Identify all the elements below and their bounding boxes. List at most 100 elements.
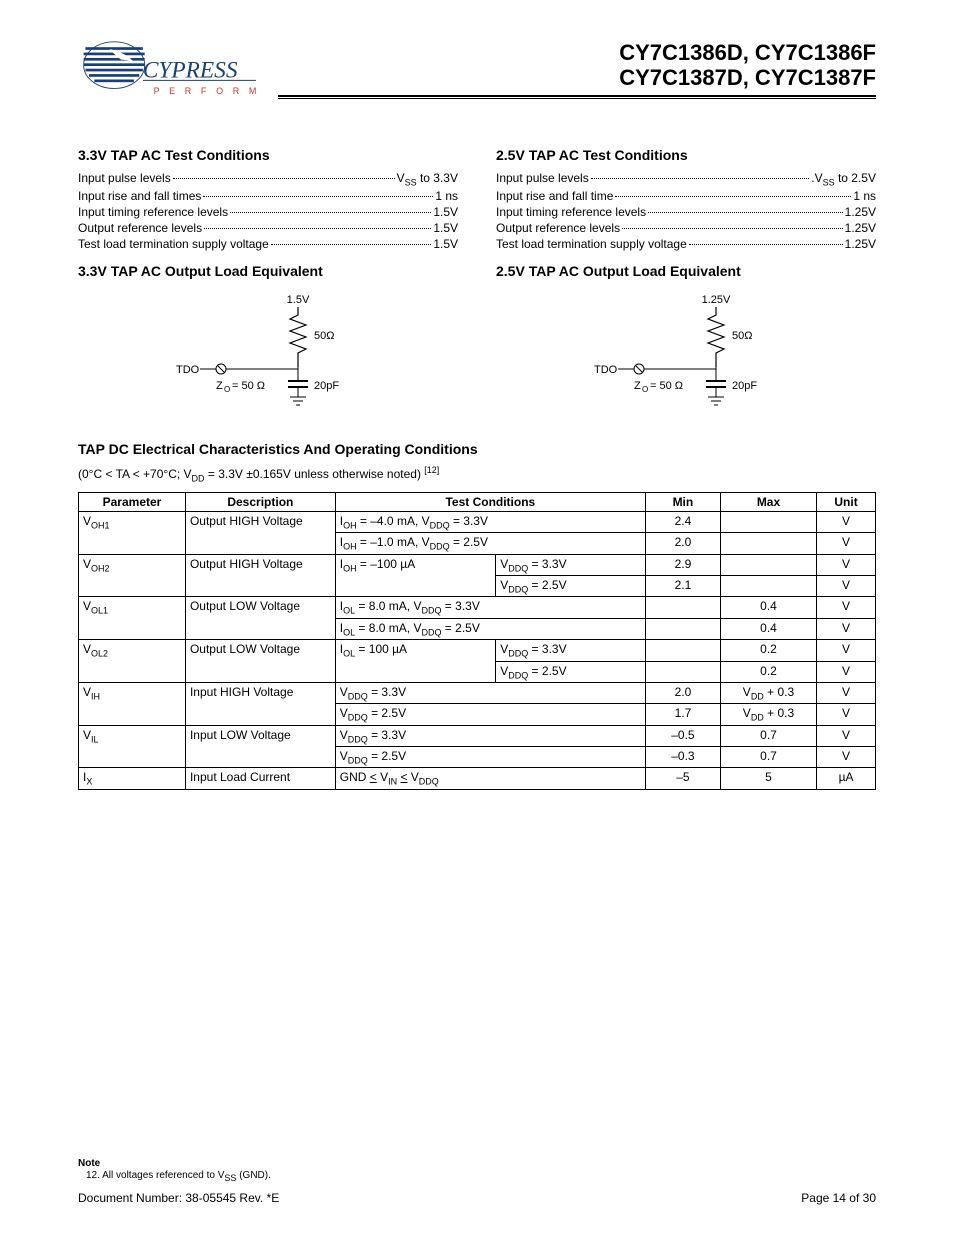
condition-value: 1.25V [845, 221, 876, 235]
hdr-unit: Unit [817, 492, 876, 511]
condition-label: Input timing reference levels [78, 205, 228, 219]
param-cell: VOL1 [79, 597, 186, 640]
min-cell: 2.1 [645, 575, 720, 596]
min-cell: –0.5 [645, 725, 720, 746]
footnote-text: 12. All voltages referenced to VSS (GND)… [86, 1170, 876, 1183]
svg-text:O: O [642, 385, 648, 394]
document-number: Document Number: 38-05545 Rev. *E [78, 1191, 279, 1205]
param-cell: IX [79, 768, 186, 789]
condition-value: VSS to 3.3V [397, 171, 458, 187]
left-zo-label: Z [216, 380, 223, 392]
condition-row: Output reference levels1.5V [78, 221, 458, 235]
hdr-min: Min [645, 492, 720, 511]
desc-cell: Output LOW Voltage [185, 640, 335, 683]
unit-cell: V [817, 682, 876, 703]
max-cell [720, 575, 816, 596]
right-column: 2.5V TAP AC Test Conditions Input pulse … [496, 135, 876, 429]
max-cell: 0.4 [720, 618, 816, 639]
part-line-2: CY7C1387D, CY7C1387F [278, 65, 876, 90]
cond-cell: VDDQ = 3.3V [335, 725, 645, 746]
max-cell: VDD + 0.3 [720, 704, 816, 725]
table-row: VILInput LOW VoltageVDDQ = 3.3V–0.50.7V [79, 725, 876, 746]
condition-label: Test load termination supply voltage [496, 237, 687, 251]
unit-cell: V [817, 597, 876, 618]
max-cell [720, 533, 816, 554]
min-cell [645, 640, 720, 661]
unit-cell: V [817, 704, 876, 725]
max-cell: 0.2 [720, 640, 816, 661]
unit-cell: V [817, 533, 876, 554]
right-conditions-title: 2.5V TAP AC Test Conditions [496, 147, 876, 163]
condition-row: Input pulse levels VSS to 3.3V [78, 171, 458, 187]
left-circuit-diagram: 1.5V 50Ω TDO 20pF Z O = 50 Ω [128, 289, 408, 429]
footnote-heading: Note [78, 1158, 876, 1169]
table-row: VOL1Output LOW VoltageIOL = 8.0 mA, VDDQ… [79, 597, 876, 618]
condition-row: Input rise and fall times 1 ns [78, 189, 458, 203]
right-circuit-diagram: 1.25V 50Ω TDO 20pF Z O = 50 Ω [546, 289, 826, 429]
hdr-max: Max [720, 492, 816, 511]
dc-table-header-row: Parameter Description Test Conditions Mi… [79, 492, 876, 511]
condition-label: Input timing reference levels [496, 205, 646, 219]
hdr-description: Description [185, 492, 335, 511]
condition-value: .VSS to 2.5V [811, 171, 876, 187]
svg-text:TDO: TDO [176, 364, 200, 376]
table-row: VOL2Output LOW VoltageIOL = 100 µAVDDQ =… [79, 640, 876, 661]
cond-cell: VDDQ = 2.5V [335, 704, 645, 725]
left-column: 3.3V TAP AC Test Conditions Input pulse … [78, 135, 458, 429]
max-cell [720, 511, 816, 532]
svg-text:= 50 Ω: = 50 Ω [232, 380, 265, 392]
max-cell [720, 554, 816, 575]
condition-value: 1 ns [853, 189, 876, 203]
cond-cell: IOH = –100 µA [335, 554, 495, 597]
max-cell: 0.4 [720, 597, 816, 618]
condition-value: 1.25V [845, 205, 876, 219]
param-cell: VOL2 [79, 640, 186, 683]
unit-cell: V [817, 618, 876, 639]
page-number: Page 14 of 30 [801, 1191, 876, 1205]
condition-row: Test load termination supply voltage 1.25… [496, 237, 876, 251]
condition-value: 1.25V [845, 237, 876, 251]
desc-cell: Input LOW Voltage [185, 725, 335, 768]
max-cell: 0.2 [720, 661, 816, 682]
param-cell: VOH2 [79, 554, 186, 597]
condition-value: 1.5V [433, 237, 458, 251]
part-line-1: CY7C1386D, CY7C1386F [278, 40, 876, 65]
condition-label: Input pulse levels [496, 171, 589, 185]
dc-table-title: TAP DC Electrical Characteristics And Op… [78, 441, 876, 457]
condition-value: 1 ns [435, 189, 458, 203]
svg-text:Z: Z [634, 380, 641, 392]
svg-text:1.25V: 1.25V [702, 294, 731, 306]
svg-text:20pF: 20pF [732, 380, 757, 392]
logo-tagline: P E R F O R M [154, 86, 258, 96]
min-cell: 2.9 [645, 554, 720, 575]
max-cell: 0.7 [720, 725, 816, 746]
condition-value: 1.5V [433, 205, 458, 219]
unit-cell: V [817, 725, 876, 746]
min-cell [645, 661, 720, 682]
unit-cell: V [817, 747, 876, 768]
part-numbers: CY7C1386D, CY7C1386F CY7C1387D, CY7C1387… [278, 40, 876, 99]
dc-table: Parameter Description Test Conditions Mi… [78, 492, 876, 790]
min-cell: –0.3 [645, 747, 720, 768]
min-cell: 2.4 [645, 511, 720, 532]
cond-cell: IOL = 8.0 mA, VDDQ = 2.5V [335, 618, 645, 639]
unit-cell: V [817, 640, 876, 661]
svg-text:TDO: TDO [594, 364, 618, 376]
left-conditions-title: 3.3V TAP AC Test Conditions [78, 147, 458, 163]
cond-cell: GND < VIN < VDDQ [335, 768, 645, 789]
logo-text: CYPRESS [143, 58, 238, 84]
condition-label: Input rise and fall times [78, 189, 201, 203]
left-load-title: 3.3V TAP AC Output Load Equivalent [78, 263, 458, 279]
table-row: VOH2Output HIGH VoltageIOH = –100 µAVDDQ… [79, 554, 876, 575]
max-cell: 5 [720, 768, 816, 789]
cond-cell: IOL = 8.0 mA, VDDQ = 3.3V [335, 597, 645, 618]
unit-cell: V [817, 511, 876, 532]
unit-cell: V [817, 661, 876, 682]
table-row: VOH1Output HIGH VoltageIOH = –4.0 mA, VD… [79, 511, 876, 532]
cond2-cell: VDDQ = 3.3V [496, 554, 646, 575]
unit-cell: V [817, 575, 876, 596]
desc-cell: Output HIGH Voltage [185, 554, 335, 597]
page-header: CYPRESS P E R F O R M CY7C1386D, CY7C138… [78, 40, 876, 115]
min-cell [645, 597, 720, 618]
condition-label: Input pulse levels [78, 171, 171, 185]
